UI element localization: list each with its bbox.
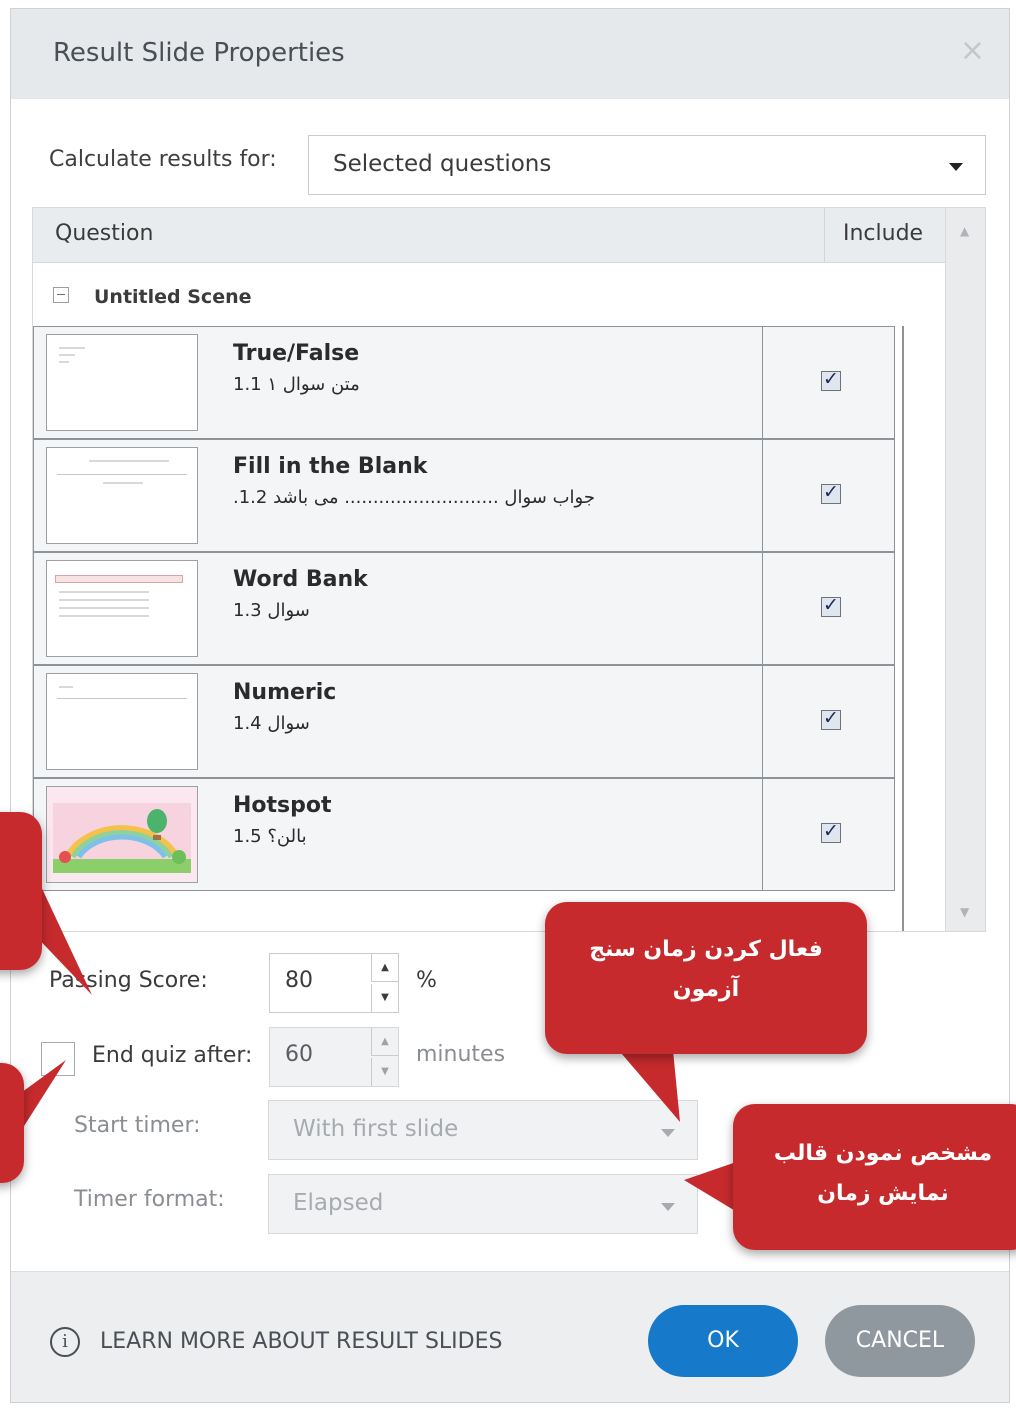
callout-left-bottom bbox=[0, 1063, 24, 1183]
callout-enable-timer-line2: آزمون bbox=[672, 977, 740, 1002]
callout-timer-format-line1: مشخص نمودن قالب bbox=[773, 1141, 993, 1166]
callout-left-top bbox=[0, 812, 42, 970]
callout-timer-format: مشخص نمودن قالب نمایش زمان bbox=[733, 1104, 1016, 1250]
callout-enable-timer: فعال کردن زمان سنج آزمون bbox=[545, 902, 867, 1054]
callout-timer-format-line2: نمایش زمان bbox=[817, 1181, 949, 1206]
callout-enable-timer-line1: فعال کردن زمان سنج bbox=[589, 937, 823, 962]
